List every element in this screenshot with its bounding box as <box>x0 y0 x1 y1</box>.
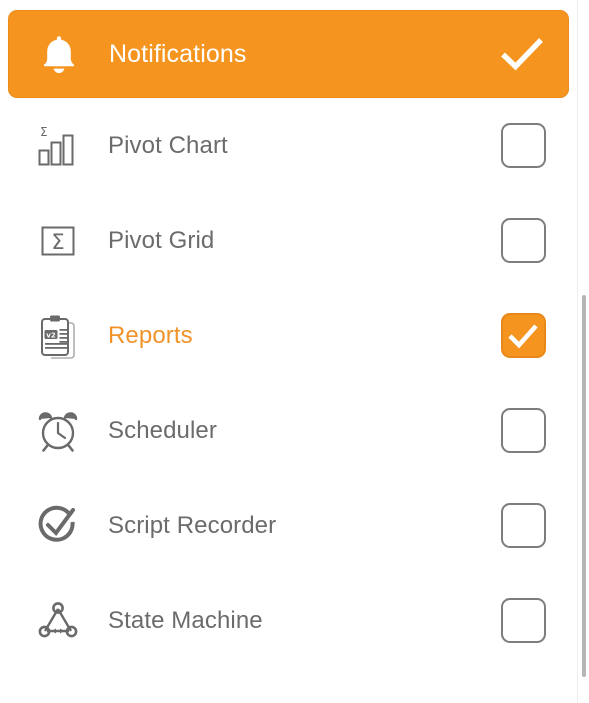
check-circle-icon <box>30 498 86 554</box>
pivot-grid-check-control[interactable] <box>477 218 569 263</box>
list-item-state-machine[interactable]: State Machine <box>0 573 577 668</box>
alarm-clock-icon <box>30 403 86 459</box>
scrollbar-thumb[interactable] <box>582 295 586 677</box>
pivot-chart-check-control[interactable] <box>477 123 569 168</box>
list-item-pivot-grid[interactable]: Σ Pivot Grid <box>0 193 577 288</box>
list-item-label: Pivot Grid <box>108 226 215 254</box>
checkbox[interactable] <box>500 218 546 263</box>
vertical-scrollbar[interactable] <box>577 0 589 703</box>
list-item-script-recorder[interactable]: Script Recorder <box>0 478 577 573</box>
checkbox[interactable] <box>500 503 546 548</box>
list-item-label: Script Recorder <box>108 511 277 539</box>
pivot-chart-icon: Σ <box>30 118 86 174</box>
list-item-label: Scheduler <box>108 416 217 444</box>
scheduler-check-control[interactable] <box>477 408 569 453</box>
svg-text:Σ: Σ <box>51 230 64 254</box>
checkbox[interactable] <box>500 313 546 358</box>
bell-icon <box>31 26 87 82</box>
feature-list: Notifications Σ Pivot Chart Σ Pivot Grid… <box>0 0 577 703</box>
list-item-label: State Machine <box>108 606 263 634</box>
pivot-grid-icon: Σ <box>30 213 86 269</box>
svg-text:Σ: Σ <box>40 125 48 139</box>
list-item-label: Pivot Chart <box>108 131 228 159</box>
checkbox[interactable] <box>500 123 546 168</box>
checkmark-icon[interactable] <box>499 31 545 77</box>
state-machine-check-control[interactable] <box>477 598 569 643</box>
svg-text:v2: v2 <box>46 331 56 339</box>
checkbox[interactable] <box>500 408 546 453</box>
reports-clipboard-icon: v2 <box>30 308 86 364</box>
list-item-pivot-chart[interactable]: Σ Pivot Chart <box>0 98 577 193</box>
state-machine-nodes-icon <box>30 593 86 649</box>
script-recorder-check-control[interactable] <box>477 503 569 548</box>
list-item-notifications[interactable]: Notifications <box>8 10 569 98</box>
notifications-check-control[interactable] <box>476 31 568 77</box>
checkbox[interactable] <box>500 598 546 643</box>
reports-check-control[interactable] <box>477 313 569 358</box>
list-item-label: Notifications <box>109 39 247 68</box>
list-item-scheduler[interactable]: Scheduler <box>0 383 577 478</box>
list-item-label: Reports <box>108 321 193 349</box>
list-item-reports[interactable]: v2 Reports <box>0 288 577 383</box>
